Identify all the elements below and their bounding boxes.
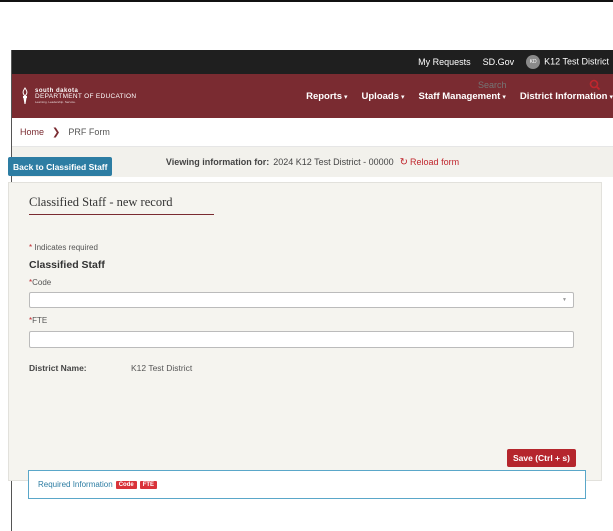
- code-select[interactable]: ▼: [29, 292, 574, 308]
- torch-icon: [20, 87, 30, 105]
- breadcrumb: Home ❯ PRF Form: [12, 118, 613, 147]
- chevron-down-icon: ▾: [344, 93, 348, 101]
- nav-reports-label: Reports: [306, 90, 342, 102]
- chevron-right-icon: ❯: [52, 126, 61, 138]
- avatar: KD: [526, 55, 541, 69]
- fte-field[interactable]: [29, 331, 574, 348]
- utility-bar: My Requests SD.Gov KD K12 Test District: [12, 50, 613, 74]
- nav-uploads-label: Uploads: [361, 90, 399, 102]
- chevron-down-icon: ▼: [562, 297, 567, 303]
- search-icon[interactable]: [588, 78, 602, 92]
- nav-reports[interactable]: Reports ▾: [306, 91, 347, 102]
- district-name-value: K12 Test District: [131, 363, 193, 373]
- breadcrumb-current: PRF Form: [68, 127, 110, 137]
- required-information-box: Required Information Code FTE: [28, 470, 586, 499]
- code-label: *Code: [29, 278, 51, 287]
- search-input[interactable]: [478, 79, 588, 90]
- section-title: Classified Staff: [29, 259, 105, 271]
- chevron-down-icon: ▾: [401, 93, 405, 101]
- required-information-label: Required Information: [38, 480, 113, 489]
- breadcrumb-home[interactable]: Home: [20, 127, 44, 137]
- reload-form-label: Reload form: [410, 156, 460, 167]
- sd-gov-link[interactable]: SD.Gov: [483, 57, 515, 67]
- required-star: *: [29, 243, 33, 252]
- sd-doe-logo[interactable]: south dakota DEPARTMENT OF EDUCATION Lea…: [12, 87, 212, 105]
- my-requests-link[interactable]: My Requests: [418, 57, 471, 67]
- fte-label: *FTE: [29, 316, 47, 325]
- viewing-label: Viewing information for:: [165, 157, 270, 167]
- save-button[interactable]: Save (Ctrl + s): [507, 449, 576, 467]
- reload-form-link[interactable]: ↻ Reload form: [400, 157, 459, 168]
- code-label-text: Code: [32, 278, 52, 287]
- viewing-district: 2024 K12 Test District - 00000: [273, 157, 394, 167]
- user-name: K12 Test District: [544, 56, 609, 67]
- logo-tagline: Learning. Leadership. Service.: [35, 100, 76, 105]
- required-tag-code[interactable]: Code: [115, 480, 137, 489]
- required-note-text: Indicates required: [34, 243, 98, 252]
- required-note: * Indicates required: [29, 243, 98, 252]
- district-name-label: District Name:: [29, 363, 87, 373]
- nav-uploads[interactable]: Uploads ▾: [362, 91, 405, 102]
- reload-icon: ↻: [399, 156, 409, 168]
- user-menu[interactable]: KD K12 Test District: [526, 55, 609, 69]
- fte-label-text: FTE: [32, 316, 48, 325]
- classified-staff-form-card: Classified Staff - new record * Indicate…: [8, 182, 602, 481]
- back-to-classified-staff-button[interactable]: Back to Classified Staff: [8, 157, 113, 176]
- form-title: Classified Staff - new record: [29, 195, 214, 215]
- required-tag-fte[interactable]: FTE: [139, 480, 158, 489]
- top-border-line: [0, 0, 613, 2]
- search-box: [478, 74, 613, 95]
